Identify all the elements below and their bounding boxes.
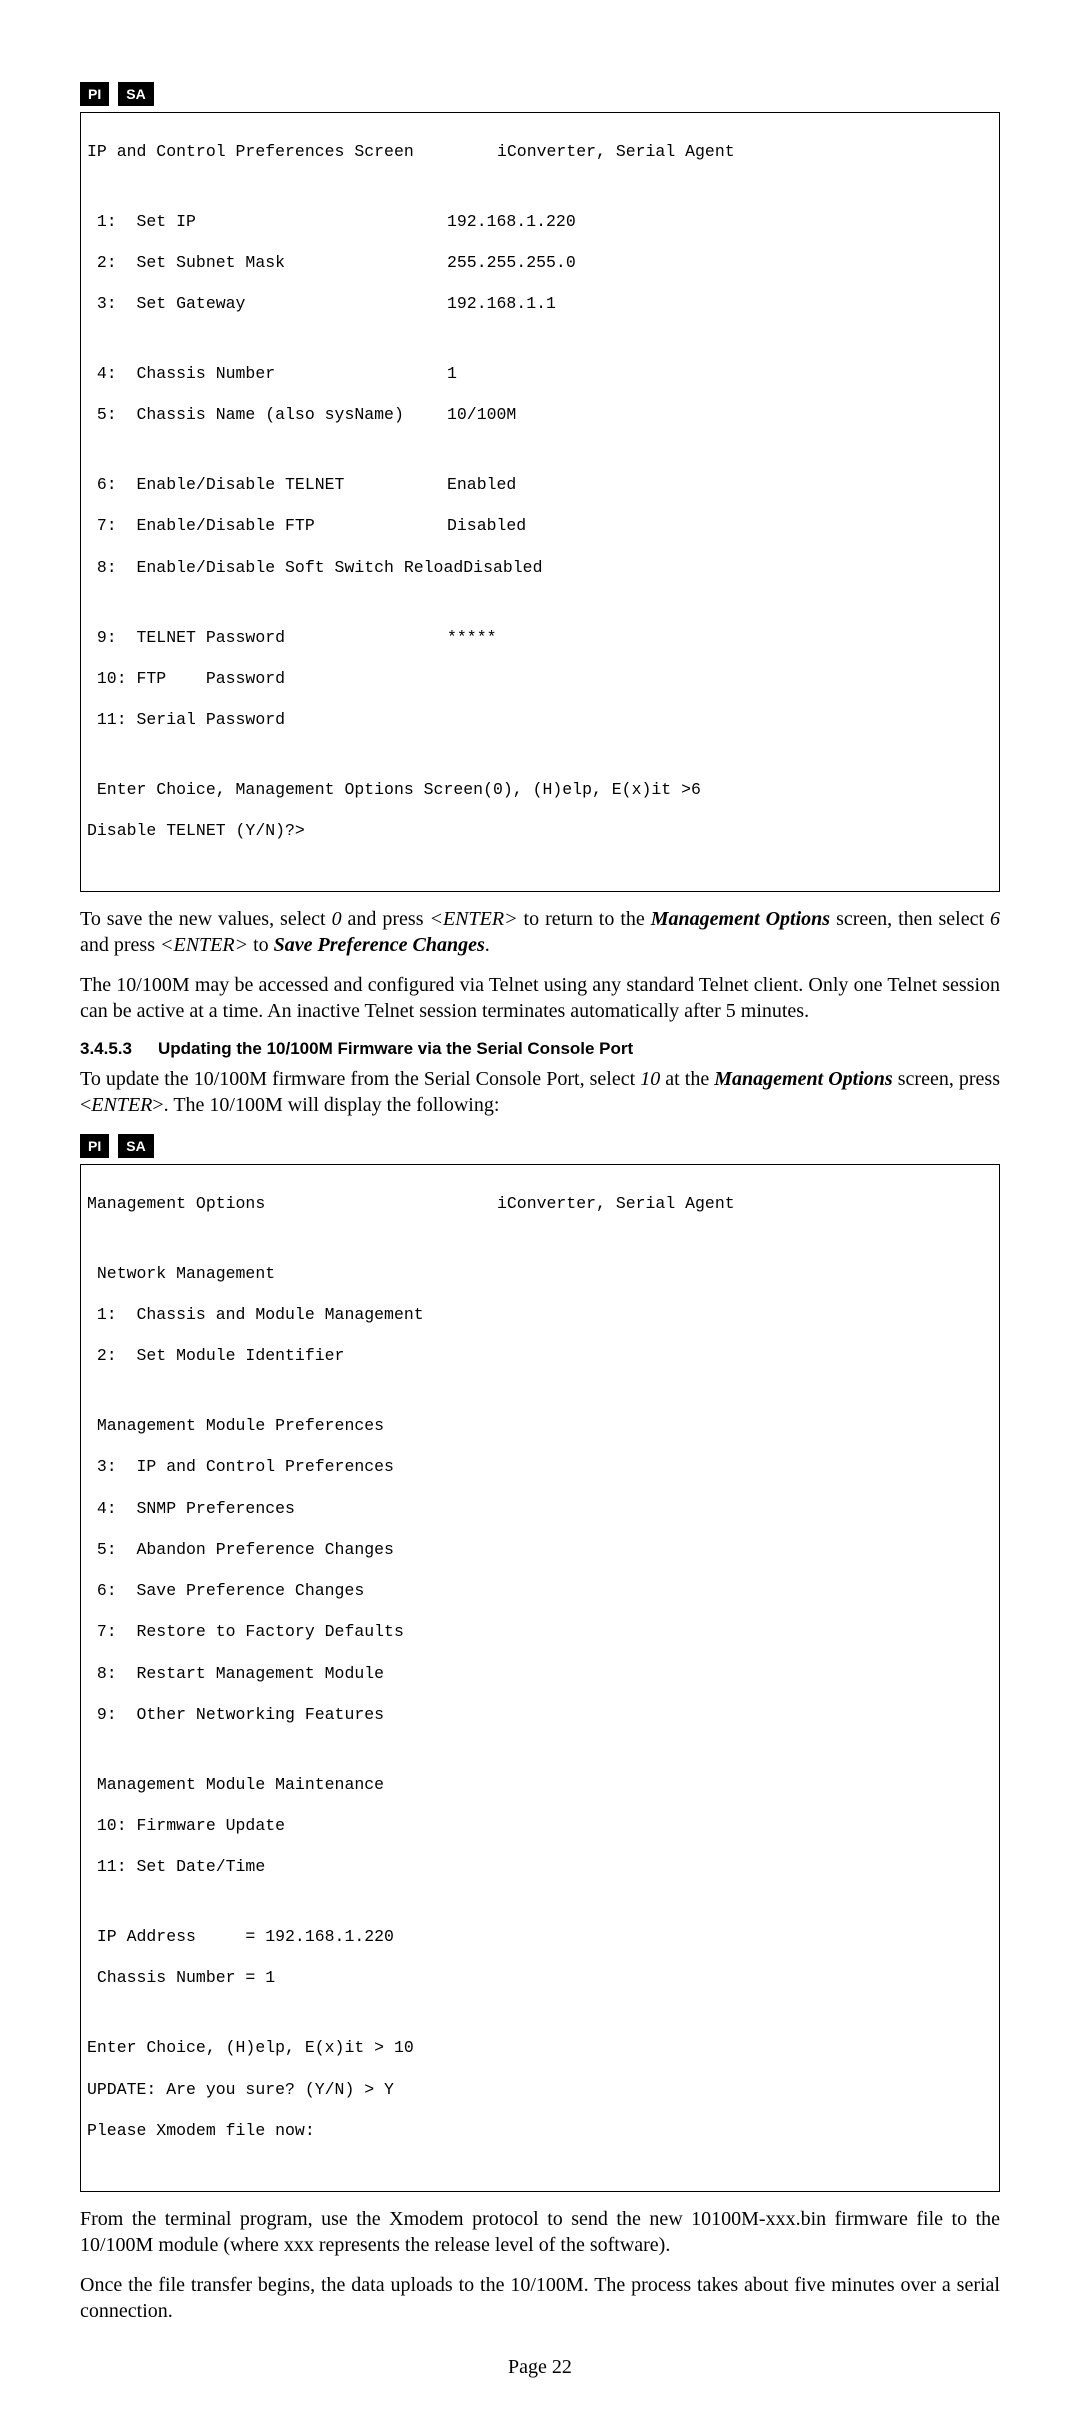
agent-label: iConverter, Serial Agent <box>497 142 993 163</box>
document-page: PI SA IP and Control Preferences Screeni… <box>0 0 1080 2420</box>
val-chassis-name: 10/100M <box>447 405 993 426</box>
prompt-enter-choice: Enter Choice, (H)elp, E(x)it > 10 <box>87 2038 993 2059</box>
opt-factory-defaults: 7: Restore to Factory Defaults <box>87 1622 993 1643</box>
opt-other-net: 9: Other Networking Features <box>87 1705 993 1726</box>
group-module-prefs: Management Module Preferences <box>87 1416 993 1437</box>
tag-pi: PI <box>80 82 109 106</box>
status-chassis: Chassis Number = 1 <box>87 1968 993 1989</box>
val-telnet: Enabled <box>447 475 993 496</box>
status-ip: IP Address = 192.168.1.220 <box>87 1927 993 1948</box>
opt-abandon: 5: Abandon Preference Changes <box>87 1540 993 1561</box>
opt-ftp-pw: 10: FTP Password <box>87 669 993 690</box>
val-subnet: 255.255.255.0 <box>447 253 993 274</box>
terminal-management-options: Management OptionsiConverter, Serial Age… <box>80 1164 1000 2191</box>
group-module-maint: Management Module Maintenance <box>87 1775 993 1796</box>
prompt-disable-telnet: Disable TELNET (Y/N)?> <box>87 821 993 842</box>
opt-ftp: 7: Enable/Disable FTP <box>87 516 447 537</box>
opt-gateway: 3: Set Gateway <box>87 294 447 315</box>
opt-chassis-num: 4: Chassis Number <box>87 364 447 385</box>
tag-sa: SA <box>118 82 153 106</box>
opt-telnet-pw: 9: TELNET Password <box>87 628 447 649</box>
section-title: Updating the 10/100M Firmware via the Se… <box>158 1039 633 1058</box>
opt-soft-reload: 8: Enable/Disable Soft Switch Reload <box>87 558 463 579</box>
paragraph-xmodem: From the terminal program, use the Xmode… <box>80 2206 1000 2258</box>
agent-label: iConverter, Serial Agent <box>497 1194 993 1215</box>
paragraph-update-intro: To update the 10/100M firmware from the … <box>80 1066 1000 1118</box>
val-soft-reload: Disabled <box>463 558 993 579</box>
val-telnet-pw: ***** <box>447 628 993 649</box>
opt-snmp-prefs: 4: SNMP Preferences <box>87 1499 993 1520</box>
opt-serial-pw: 11: Serial Password <box>87 710 993 731</box>
opt-firmware-update: 10: Firmware Update <box>87 1816 993 1837</box>
prompt-confirm-update: UPDATE: Are you sure? (Y/N) > Y <box>87 2080 993 2101</box>
opt-set-date: 11: Set Date/Time <box>87 1857 993 1878</box>
paragraph-telnet-access: The 10/100M may be accessed and configur… <box>80 972 1000 1024</box>
prompt-xmodem: Please Xmodem file now: <box>87 2121 993 2142</box>
context-tags: PI SA <box>80 1132 1000 1158</box>
opt-module-id: 2: Set Module Identifier <box>87 1346 993 1367</box>
val-ip: 192.168.1.220 <box>447 212 993 233</box>
opt-set-ip: 1: Set IP <box>87 212 447 233</box>
opt-chassis-name: 5: Chassis Name (also sysName) <box>87 405 447 426</box>
opt-telnet: 6: Enable/Disable TELNET <box>87 475 447 496</box>
paragraph-upload-time: Once the file transfer begins, the data … <box>80 2272 1000 2324</box>
tag-sa: SA <box>118 1134 153 1158</box>
context-tags: PI SA <box>80 80 1000 106</box>
screen-title: IP and Control Preferences Screen <box>87 142 497 163</box>
opt-save-prefs: 6: Save Preference Changes <box>87 1581 993 1602</box>
section-heading: 3.4.5.3Updating the 10/100M Firmware via… <box>80 1038 1000 1060</box>
opt-ip-prefs: 3: IP and Control Preferences <box>87 1457 993 1478</box>
group-network-mgmt: Network Management <box>87 1264 993 1285</box>
prompt-enter-choice: Enter Choice, Management Options Screen(… <box>87 780 993 801</box>
val-chassis-num: 1 <box>447 364 993 385</box>
page-number: Page 22 <box>80 2354 1000 2380</box>
tag-pi: PI <box>80 1134 109 1158</box>
opt-restart: 8: Restart Management Module <box>87 1664 993 1685</box>
val-ftp: Disabled <box>447 516 993 537</box>
opt-subnet: 2: Set Subnet Mask <box>87 253 447 274</box>
section-number: 3.4.5.3 <box>80 1038 158 1060</box>
terminal-ip-preferences: IP and Control Preferences ScreeniConver… <box>80 112 1000 892</box>
val-gateway: 192.168.1.1 <box>447 294 993 315</box>
screen-title: Management Options <box>87 1194 497 1215</box>
paragraph-save-values: To save the new values, select 0 and pre… <box>80 906 1000 958</box>
opt-chassis-module: 1: Chassis and Module Management <box>87 1305 993 1326</box>
